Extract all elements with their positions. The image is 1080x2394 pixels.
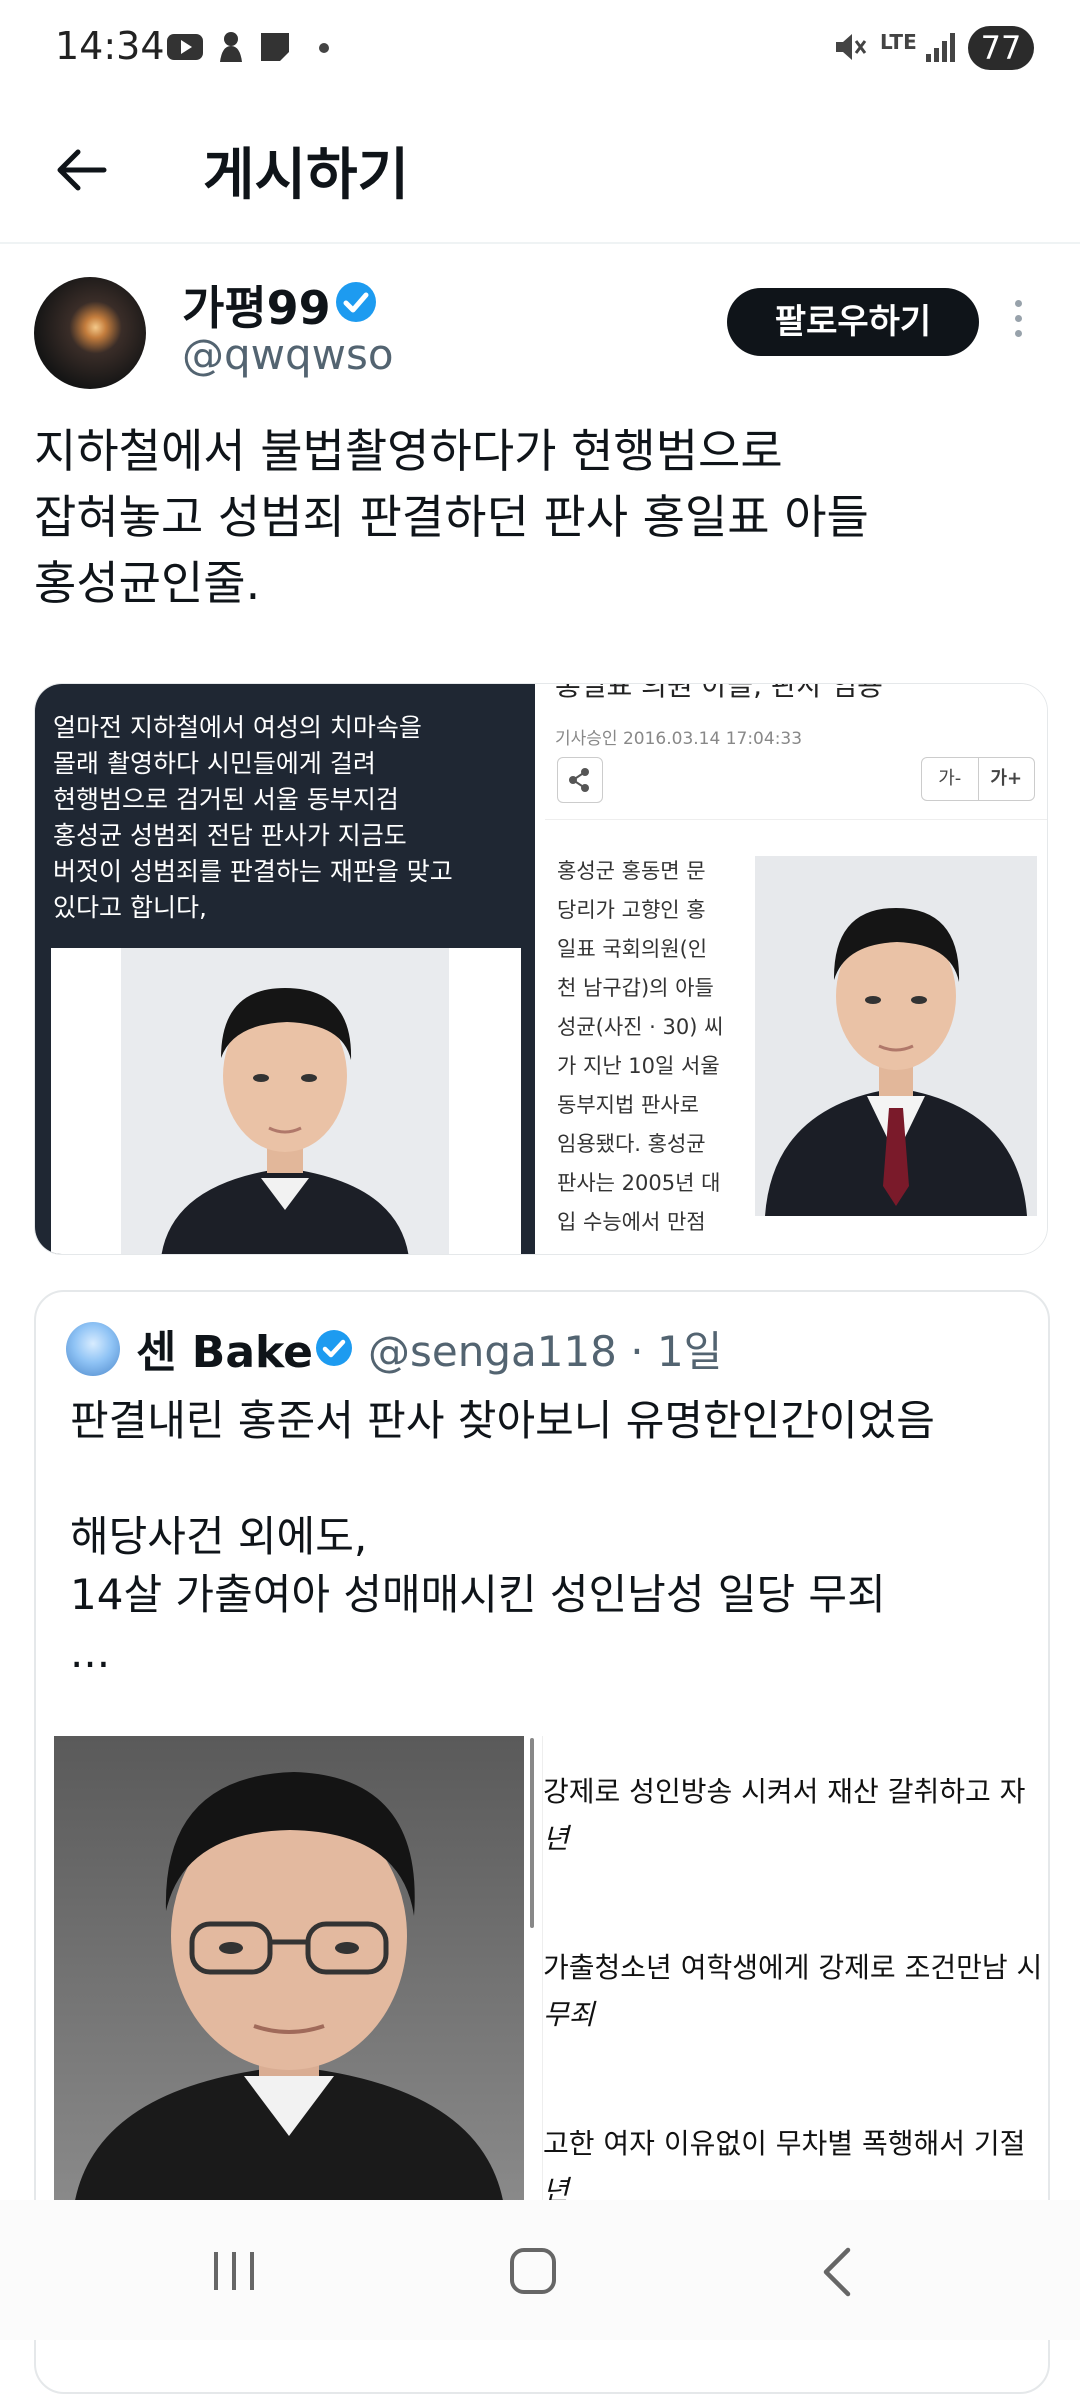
- article-line: 홍성군 홍동면 문: [557, 859, 706, 883]
- quoted-author-avatar: [66, 1322, 120, 1376]
- tweet-text: 지하철에서 불법촬영하다가 현행범으로 잡혀놓고 성범죄 판결하던 판사 홍일표…: [34, 418, 1044, 616]
- media-image-left[interactable]: 얼마전 지하철에서 여성의 치마속을 몰래 촬영하다 시민들에게 걸려 현행범으…: [35, 684, 535, 1254]
- quoted-text-line: 판결내린 홍준서 판사 찾아보니 유명한인간이었음: [70, 1396, 935, 1445]
- battery-icon: 77: [968, 26, 1034, 70]
- caption-line: 버젓이 성범죄를 판결하는 재판을 맞고: [53, 857, 453, 886]
- image-text-line: 무죄: [543, 1998, 595, 2031]
- article-line: 천 남구갑)의 아들: [557, 976, 714, 1000]
- tweet-media[interactable]: 얼마전 지하철에서 여성의 치마속을 몰래 촬영하다 시민들에게 걸려 현행범으…: [34, 683, 1048, 1255]
- author-avatar[interactable]: [34, 277, 146, 389]
- article-line: 당리가 고향인 홍: [557, 898, 706, 922]
- font-increase: 가+: [977, 758, 1035, 800]
- portrait-photo: [74, 1772, 504, 2206]
- article-headline: 홍일표 의원 아들, 판사 임용: [555, 683, 883, 702]
- system-navigation-bar: [0, 2200, 1080, 2340]
- article-line: 가 지난 10일 서울: [557, 1054, 720, 1078]
- article-date: 기사승인 2016.03.14 17:04:33: [555, 729, 803, 749]
- mute-icon: [836, 34, 867, 60]
- author-handle[interactable]: @qwqwso: [182, 330, 394, 379]
- divider: [545, 819, 1047, 820]
- quoted-text-line: ...: [70, 1628, 111, 1677]
- tweet-text-line: 홍성균인줄.: [34, 556, 261, 610]
- article-line: 임용됐다. 홍성균: [557, 1132, 706, 1156]
- quoted-text-line: 14살 가출여아 성매매시킨 성인남성 일당 무죄: [70, 1570, 886, 1619]
- verified-badge-icon: [316, 1330, 352, 1366]
- recent-apps-icon[interactable]: [210, 2250, 258, 2292]
- verified-badge-icon: [336, 282, 376, 322]
- share-icon: [557, 757, 603, 803]
- portrait-photo: [161, 988, 409, 1254]
- quoted-text-line: 해당사건 외에도,: [70, 1512, 368, 1561]
- article-line: 성균(사진 · 30) 씨: [557, 1015, 724, 1039]
- youtube-icon: [167, 34, 203, 60]
- quoted-author-handle: @senga118 · 1일: [368, 1327, 723, 1376]
- image-caption: 얼마전 지하철에서 여성의 치마속을 몰래 촬영하다 시민들에게 걸려 현행범으…: [53, 710, 523, 926]
- caption-line: 몰래 촬영하다 시민들에게 걸려: [53, 749, 376, 778]
- quoted-image-left[interactable]: [54, 1736, 524, 2206]
- tweet-text-line: 지하철에서 불법촬영하다가 현행범으로: [34, 424, 783, 478]
- back-arrow-icon[interactable]: [50, 140, 110, 200]
- quoted-tweet-text: 판결내린 홍준서 판사 찾아보니 유명한인간이었음 해당사건 외에도, 14살 …: [70, 1392, 1030, 1682]
- more-notifications-dot-icon: [319, 43, 329, 53]
- quoted-image-right[interactable]: 강제로 성인방송 시켜서 재산 갈취하고 자 년 가출청소년 여학생에게 강제로…: [542, 1736, 1048, 2206]
- portrait-frame: [51, 948, 521, 1254]
- image-text-line: 가출청소년 여학생에게 강제로 조건만남 시: [543, 1951, 1043, 1984]
- image-text-line: 강제로 성인방송 시켜서 재산 갈취하고 자: [543, 1775, 1026, 1808]
- network-type: LTE: [880, 30, 917, 54]
- media-image-right[interactable]: 홍일표 의원 아들, 판사 임용 기사승인 2016.03.14 17:04:3…: [545, 684, 1047, 1254]
- caption-line: 홍성균 성범죄 전담 판사가 지금도: [53, 821, 407, 850]
- article-line: 판사는 2005년 대: [557, 1171, 721, 1195]
- status-time: 14:34: [55, 24, 165, 68]
- image-text: 강제로 성인방송 시켜서 재산 갈취하고 자 년 가출청소년 여학생에게 강제로…: [543, 1768, 1048, 2206]
- caption-line: 얼마전 지하철에서 여성의 치마속을: [53, 713, 422, 742]
- notification-app-icon: [220, 32, 242, 62]
- quoted-author-display-name: 센 Bake: [136, 1327, 313, 1378]
- caption-line: 있다고 합니다,: [53, 893, 207, 922]
- home-icon[interactable]: [510, 2248, 556, 2294]
- note-app-icon: [261, 33, 289, 61]
- article-line: 입 수능에서 만점: [557, 1210, 706, 1234]
- image-text-line: 년: [543, 1822, 569, 1855]
- image-scrollbar: [530, 1738, 534, 1928]
- quoted-text-line: [70, 1450, 1030, 1508]
- back-nav-icon[interactable]: [818, 2246, 858, 2298]
- article-line: 일표 국회의원(인: [557, 937, 708, 961]
- caption-line: 현행범으로 검거된 서울 동부지검: [53, 785, 399, 814]
- article-body: 홍성군 홍동면 문 당리가 고향인 홍 일표 국회의원(인 천 남구갑)의 아들…: [557, 852, 747, 1242]
- signal-icon: [926, 33, 955, 62]
- page-title: 게시하기: [203, 143, 410, 208]
- follow-button[interactable]: 팔로우하기: [727, 288, 979, 356]
- font-size-controls: 가- 가+: [921, 757, 1035, 801]
- app-header: 게시하기: [0, 100, 1080, 244]
- portrait-photo: [765, 908, 1027, 1216]
- more-options-icon[interactable]: [1010, 300, 1026, 344]
- font-decrease: 가-: [938, 768, 962, 789]
- status-bar: 14:34 LTE 77: [0, 0, 1080, 100]
- article-photo: [755, 856, 1037, 1216]
- article-line: 동부지법 판사로: [557, 1093, 699, 1117]
- image-text-line: 고한 여자 이유없이 무차별 폭행해서 기절: [543, 2127, 1026, 2160]
- tweet-text-line: 잡혀놓고 성범죄 판결하던 판사 홍일표 아들: [34, 490, 869, 544]
- author-display-name[interactable]: 가평99: [182, 272, 331, 338]
